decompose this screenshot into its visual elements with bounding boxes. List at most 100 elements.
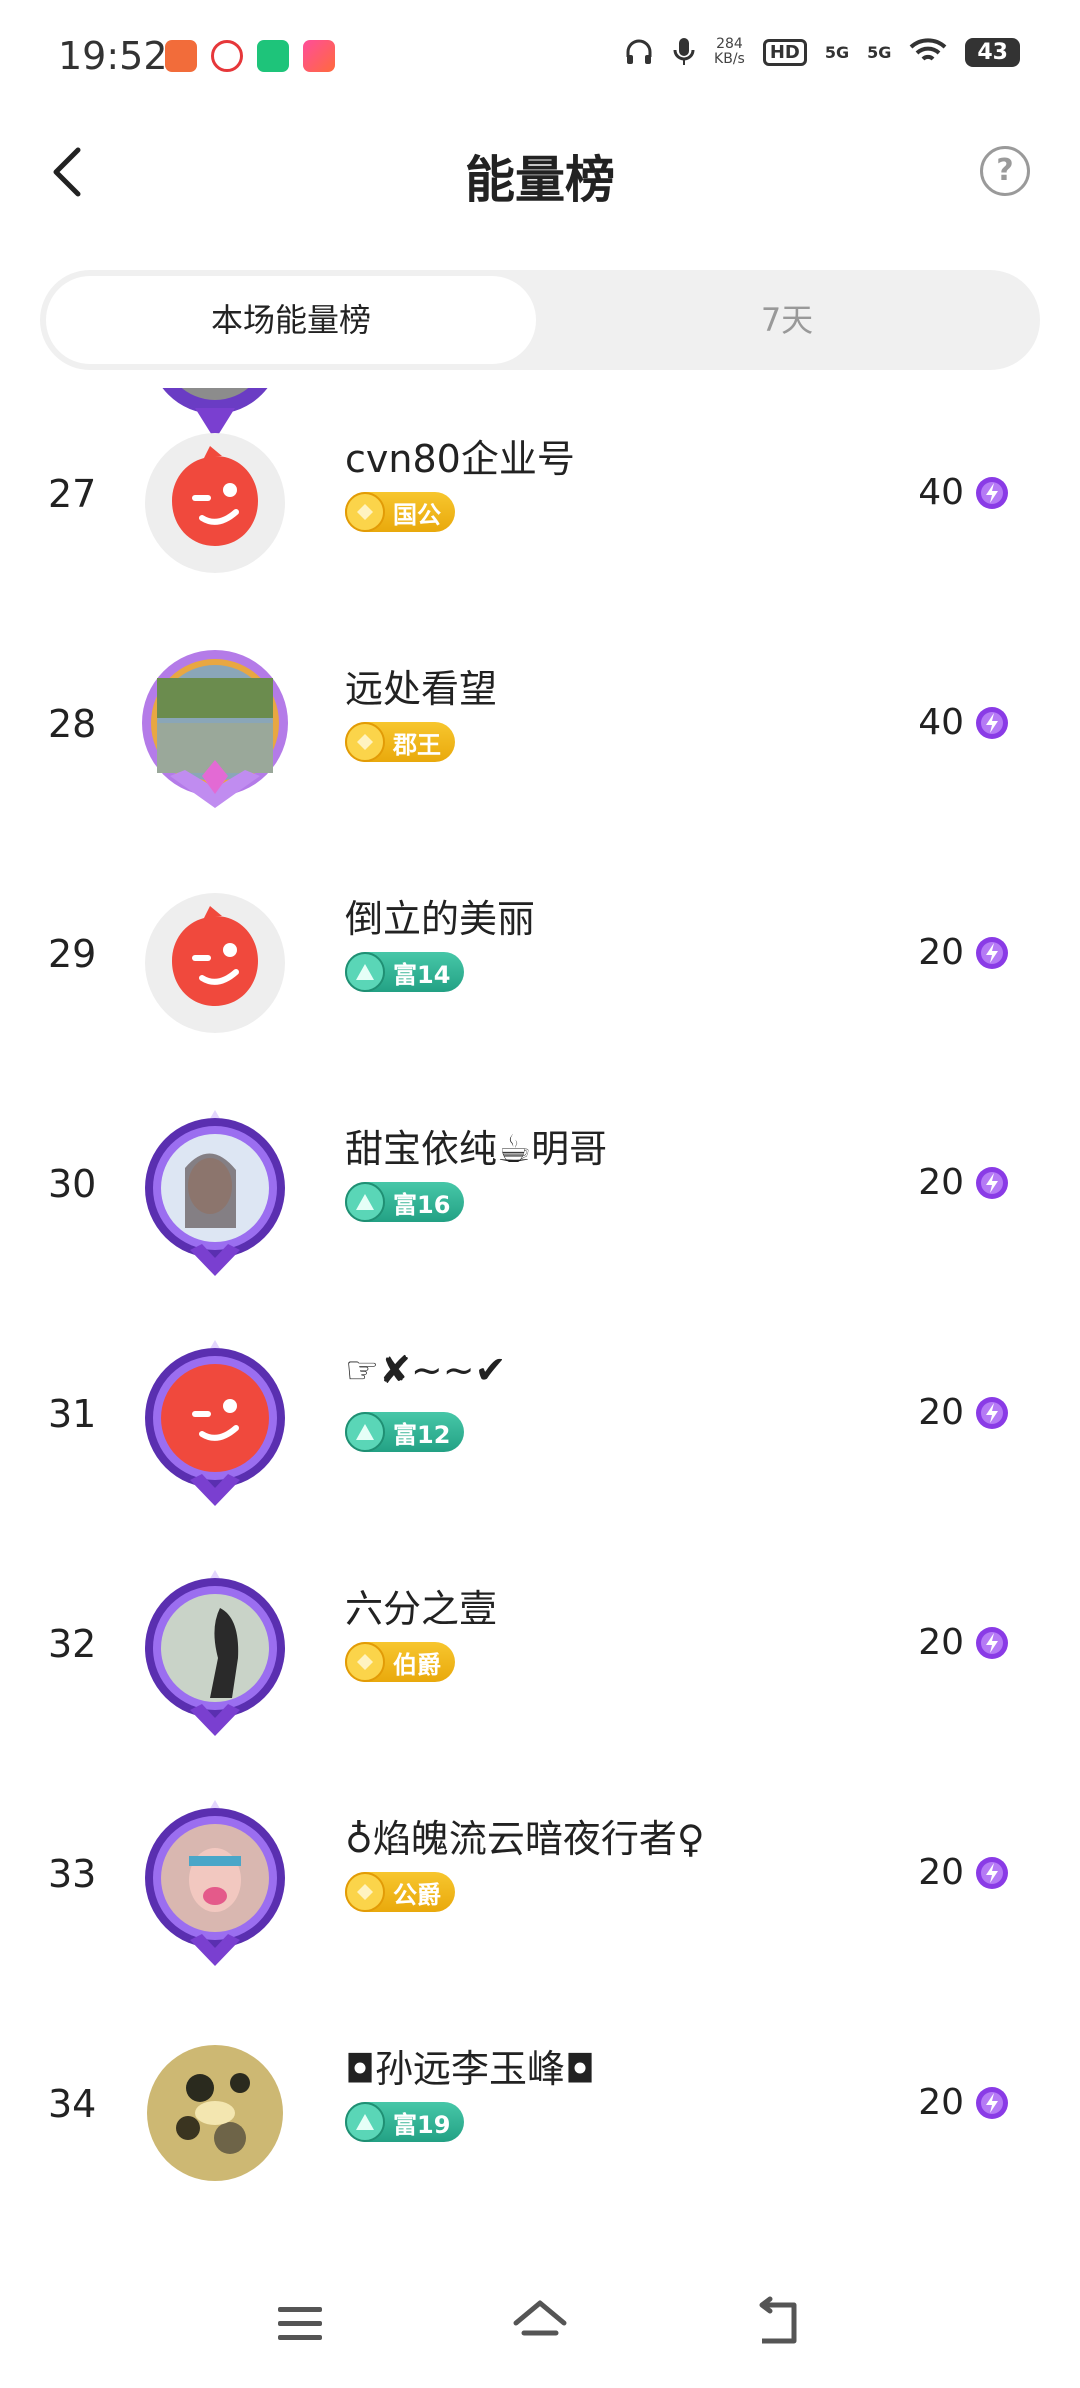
rank-number: 33 xyxy=(48,1852,97,1896)
default-avatar-icon xyxy=(145,1340,285,1506)
list-item[interactable]: 34 ◘孙远李玉峰◘ 富19 20 xyxy=(0,1998,1080,2228)
tab-bar: 本场能量榜 7天 xyxy=(40,270,1040,370)
energy-score: 20 xyxy=(918,1392,1010,1433)
energy-bolt-icon xyxy=(976,1856,1008,1889)
badge-diamond-icon xyxy=(345,492,385,532)
score-value: 40 xyxy=(918,472,964,513)
sim2-signal: 5G xyxy=(867,42,892,62)
avatar[interactable] xyxy=(140,1800,290,1966)
avatar[interactable] xyxy=(140,1110,290,1276)
score-value: 40 xyxy=(918,702,964,743)
energy-bolt-icon xyxy=(976,1166,1008,1199)
menu-nav-button[interactable] xyxy=(270,2293,330,2353)
avatar[interactable] xyxy=(140,650,290,808)
ranking-list[interactable]: 国公 27 cvn80企业号 国公 40 28 xyxy=(0,388,1080,2263)
badge-diamond-icon xyxy=(345,1642,385,1682)
badge-label: 伯爵 xyxy=(393,1650,441,1679)
rank-number: 34 xyxy=(48,2082,97,2126)
notification-app-icon xyxy=(257,40,289,72)
badge-triangle-icon xyxy=(345,952,385,992)
energy-score: 20 xyxy=(918,932,1010,973)
wifi-icon xyxy=(910,38,947,61)
tab-7-days[interactable]: 7天 xyxy=(540,276,1034,364)
energy-score: 20 xyxy=(918,1852,1010,1893)
badge-triangle-icon xyxy=(345,1412,385,1452)
energy-bolt-icon xyxy=(976,706,1008,739)
level-badge: 富19 xyxy=(345,2102,465,2142)
level-badge: 伯爵 xyxy=(345,1642,455,1682)
level-badge: 富16 xyxy=(345,1182,465,1222)
status-bar: 19:52 284 KB/s HD 5G 5G 43 xyxy=(0,0,1080,110)
user-name: 远处看望 xyxy=(345,667,498,711)
status-indicators: 284 KB/s HD 5G 5G 43 xyxy=(624,36,1020,68)
badge-label: 郡王 xyxy=(393,730,441,759)
home-icon xyxy=(513,2300,567,2336)
help-icon[interactable]: ? xyxy=(980,146,1030,196)
avatar[interactable] xyxy=(140,2038,290,2188)
status-time: 19:52 xyxy=(58,34,168,78)
user-name: ☞✘~~✔ xyxy=(345,1348,507,1392)
rank-number: 31 xyxy=(48,1392,97,1436)
system-nav-bar xyxy=(0,2263,1080,2388)
user-name: ◘孙远李玉峰◘ xyxy=(345,2047,596,2091)
energy-bolt-icon xyxy=(976,1396,1008,1429)
rank-number: 32 xyxy=(48,1622,97,1666)
tab-current-session[interactable]: 本场能量榜 xyxy=(46,276,536,364)
user-name: 甜宝依纯☕明哥 xyxy=(345,1127,608,1171)
default-avatar-icon xyxy=(145,893,285,1033)
home-nav-button[interactable] xyxy=(510,2293,570,2353)
energy-score: 20 xyxy=(918,1622,1010,1663)
energy-bolt-icon xyxy=(976,1626,1008,1659)
badge-triangle-icon xyxy=(345,1182,385,1222)
list-item[interactable]: 28 远处看望 郡王 40 xyxy=(0,618,1080,848)
energy-score: 20 xyxy=(918,2082,1010,2123)
user-name: 倒立的美丽 xyxy=(345,897,536,941)
list-item[interactable]: 29 倒立的美丽 富14 20 xyxy=(0,848,1080,1078)
back-nav-button[interactable] xyxy=(750,2293,810,2353)
rank-number: 30 xyxy=(48,1162,97,1206)
list-item[interactable]: 32 六分之壹 伯爵 20 xyxy=(0,1538,1080,1768)
hd-badge: HD xyxy=(762,38,807,66)
badge-label: 公爵 xyxy=(393,1880,441,1909)
score-value: 20 xyxy=(918,1622,964,1663)
rank-number: 27 xyxy=(48,472,97,516)
page-title: 能量榜 xyxy=(465,151,615,209)
notification-app-icon xyxy=(211,40,243,72)
rank-number: 29 xyxy=(48,932,97,976)
badge-diamond-icon xyxy=(345,722,385,762)
energy-bolt-icon xyxy=(976,936,1008,969)
notification-app-icon xyxy=(303,40,335,72)
energy-score: 20 xyxy=(918,1162,1010,1203)
battery-indicator: 43 xyxy=(965,37,1020,67)
level-badge: 国公 xyxy=(345,492,455,532)
user-name: 六分之壹 xyxy=(345,1587,498,1631)
avatar[interactable] xyxy=(140,1340,290,1506)
level-badge: 公爵 xyxy=(345,1872,455,1912)
list-item[interactable]: 30 甜宝依纯☕明哥 富16 20 xyxy=(0,1078,1080,1308)
header: 能量榜 ? xyxy=(0,110,1080,260)
level-badge: 郡王 xyxy=(345,722,455,762)
badge-label: 富16 xyxy=(393,1190,451,1219)
score-value: 20 xyxy=(918,1392,964,1433)
avatar[interactable] xyxy=(140,1570,290,1736)
badge-label: 国公 xyxy=(393,500,441,529)
badge-label: 富19 xyxy=(393,2110,451,2139)
score-value: 20 xyxy=(918,2082,964,2123)
sim1-signal: 5G xyxy=(824,42,850,62)
speed-value: 284 xyxy=(716,36,743,52)
headphones-icon xyxy=(626,39,652,64)
badge-diamond-icon xyxy=(345,1872,385,1912)
list-item[interactable]: 33 ♁焰魄流云暗夜行者♀ 公爵 20 xyxy=(0,1768,1080,1998)
score-value: 20 xyxy=(918,1852,964,1893)
notification-app-icon xyxy=(165,40,197,72)
avatar[interactable] xyxy=(140,888,290,1038)
level-badge: 富12 xyxy=(345,1412,465,1452)
avatar[interactable] xyxy=(140,428,290,578)
network-speed: 284 KB/s xyxy=(714,37,745,67)
list-item[interactable]: 27 cvn80企业号 国公 40 xyxy=(0,388,1080,618)
list-item[interactable]: 31 ☞✘~~✔ 富12 20 xyxy=(0,1308,1080,1538)
score-value: 20 xyxy=(918,932,964,973)
badge-label: 富14 xyxy=(393,960,451,989)
user-name: ♁焰魄流云暗夜行者♀ xyxy=(345,1817,705,1861)
rank-number: 28 xyxy=(48,702,97,746)
